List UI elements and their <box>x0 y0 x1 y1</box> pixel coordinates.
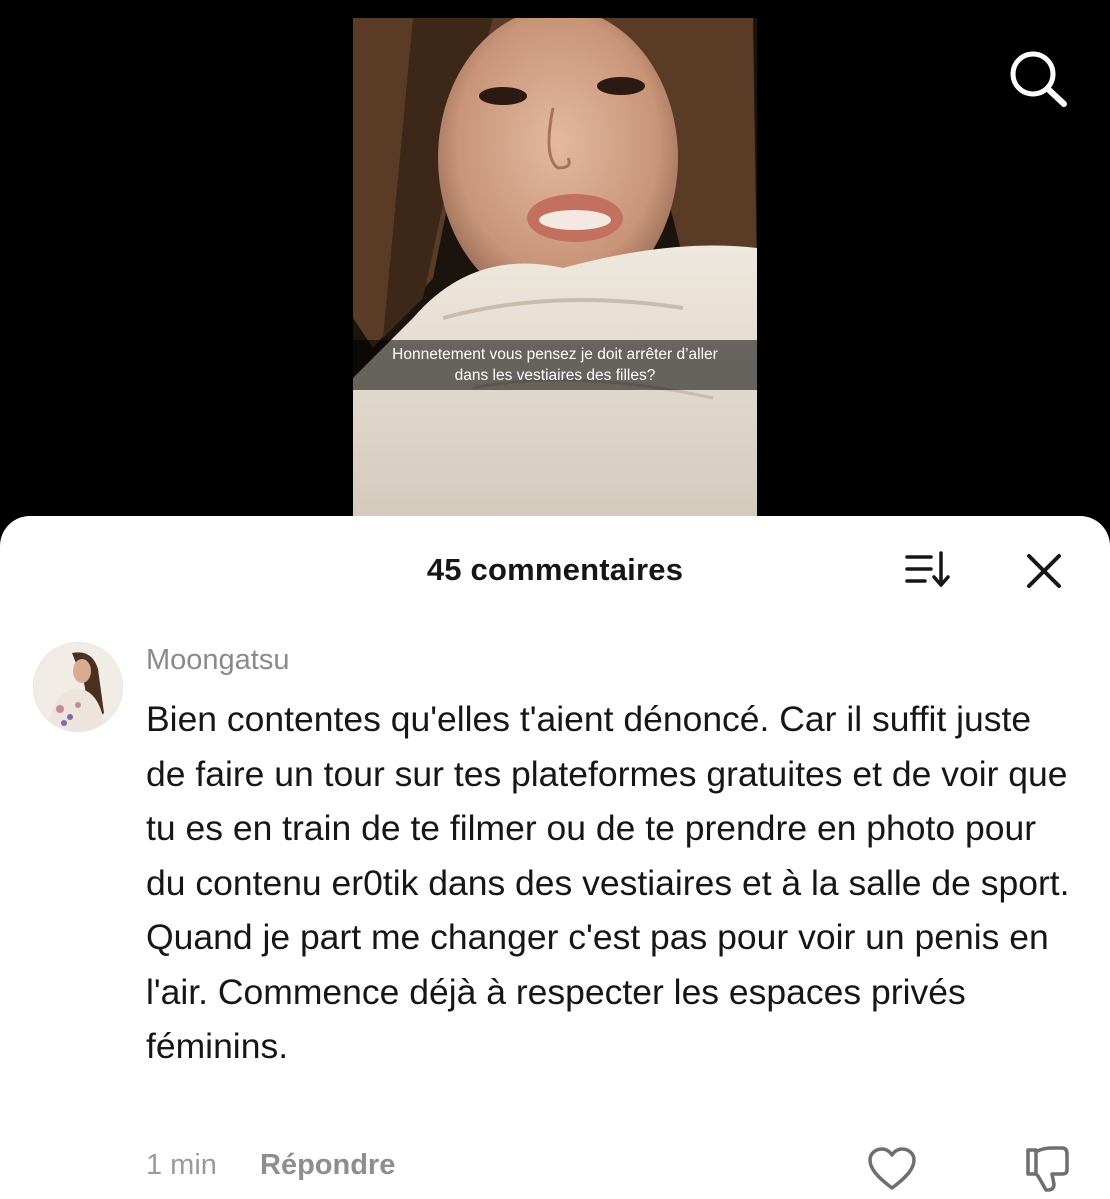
heart-icon <box>868 1147 916 1190</box>
search-icon <box>1010 51 1067 107</box>
caption-line-2: dans les vestiaires des filles? <box>454 367 656 384</box>
dislike-button[interactable] <box>1022 1144 1072 1194</box>
search-button[interactable] <box>1004 46 1070 112</box>
app-screen: Honnetement vous pensez je doit arrêter … <box>0 0 1110 1199</box>
caption-line-1: Honnetement vous pensez je doit arrêter … <box>392 346 718 363</box>
comment-username[interactable]: Moongatsu <box>146 644 290 677</box>
comment-timestamp: 1 min <box>146 1149 217 1181</box>
avatar[interactable] <box>33 642 123 732</box>
close-icon <box>1027 554 1061 588</box>
avatar-image <box>34 643 122 731</box>
video-caption: Honnetement vous pensez je doit arrêter … <box>353 340 757 390</box>
like-button[interactable] <box>866 1146 918 1192</box>
comment-text: Bien contentes qu'elles t'aient dénoncé.… <box>146 699 1070 1066</box>
sort-icon <box>905 551 950 587</box>
video-player[interactable]: Honnetement vous pensez je doit arrêter … <box>353 18 757 538</box>
comments-sheet: 45 commentaires Moongatsu Bien contentes… <box>0 516 1110 1199</box>
close-button[interactable] <box>1022 549 1066 593</box>
sort-button[interactable] <box>903 549 955 593</box>
thumbs-down-icon <box>1026 1146 1069 1192</box>
reply-button[interactable]: Répondre <box>260 1149 395 1182</box>
video-frame <box>353 18 757 538</box>
